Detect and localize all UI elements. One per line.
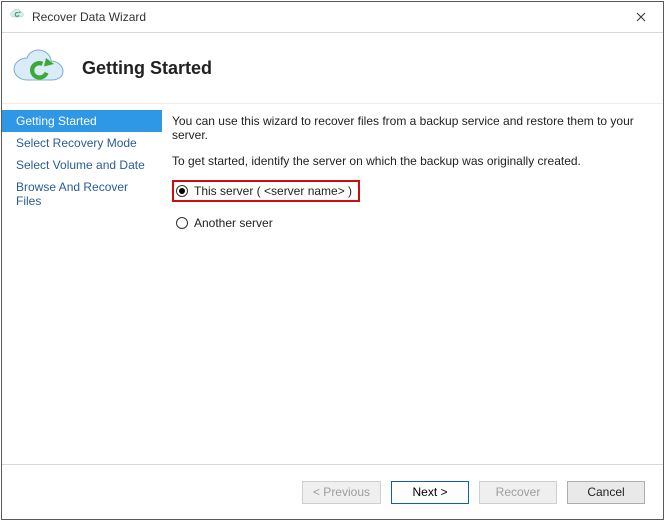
wizard-window: Recover Data Wizard Getting Started Gett… bbox=[1, 1, 664, 520]
radio-label-another-server: Another server bbox=[194, 216, 273, 230]
step-getting-started[interactable]: Getting Started bbox=[2, 110, 162, 132]
step-select-recovery-mode[interactable]: Select Recovery Mode bbox=[2, 132, 162, 154]
wizard-content: You can use this wizard to recover files… bbox=[162, 104, 663, 464]
radio-another-server[interactable]: Another server bbox=[172, 212, 281, 234]
radio-icon bbox=[176, 217, 188, 229]
titlebar: Recover Data Wizard bbox=[2, 2, 663, 33]
step-select-volume-and-date[interactable]: Select Volume and Date bbox=[2, 154, 162, 176]
cancel-button[interactable]: Cancel bbox=[567, 481, 645, 504]
next-button[interactable]: Next > bbox=[391, 481, 469, 504]
close-button[interactable] bbox=[618, 2, 663, 32]
server-selection-group: This server ( <server name> ) Another se… bbox=[172, 180, 643, 234]
intro-text: You can use this wizard to recover files… bbox=[172, 114, 643, 142]
steps-sidebar: Getting Started Select Recovery Mode Sel… bbox=[2, 104, 162, 464]
radio-label-this-server: This server ( <server name> ) bbox=[194, 184, 352, 198]
radio-icon bbox=[176, 185, 188, 197]
step-browse-and-recover-files[interactable]: Browse And Recover Files bbox=[2, 176, 162, 212]
recover-button: Recover bbox=[479, 481, 557, 504]
wizard-footer: < Previous Next > Recover Cancel bbox=[2, 464, 663, 519]
cloud-recover-icon bbox=[10, 9, 26, 25]
radio-this-server[interactable]: This server ( <server name> ) bbox=[172, 180, 360, 202]
window-title: Recover Data Wizard bbox=[32, 10, 618, 24]
instruction-text: To get started, identify the server on w… bbox=[172, 154, 643, 168]
wizard-header: Getting Started bbox=[2, 33, 663, 104]
wizard-body: Getting Started Select Recovery Mode Sel… bbox=[2, 104, 663, 464]
previous-button: < Previous bbox=[302, 481, 381, 504]
page-heading: Getting Started bbox=[82, 58, 212, 79]
cloud-arrow-icon bbox=[12, 48, 72, 88]
close-icon bbox=[636, 12, 646, 22]
